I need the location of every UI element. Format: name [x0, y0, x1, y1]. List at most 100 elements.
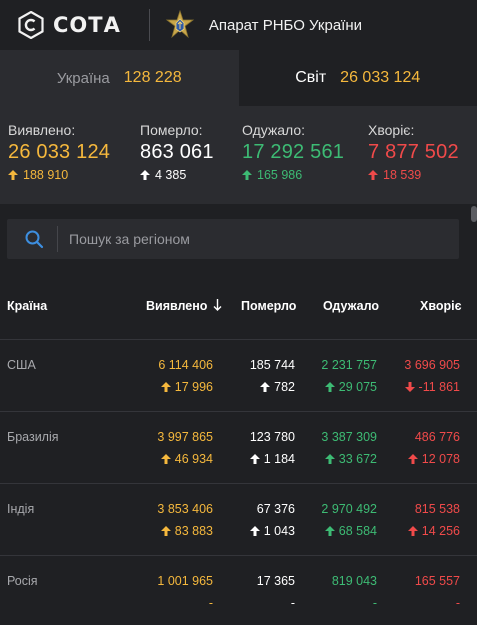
cell-delta-value: 1 043 — [263, 524, 295, 538]
stat-label: Одужало: — [242, 122, 306, 138]
country-name: Індія — [7, 502, 35, 516]
cell-recovered: 3 387 309 33 672 — [321, 430, 377, 466]
search-section — [0, 204, 477, 276]
cell-deaths: 185 744 782 — [250, 358, 295, 394]
cell-delta-value: 17 996 — [174, 380, 213, 394]
stat-confirmed: Виявлено: 26 033 124 188 910 — [8, 122, 110, 182]
arrow-up-icon — [8, 170, 18, 180]
table-row[interactable]: Росія 1 001 965 - 17 365 - 819 043 - 165… — [0, 556, 477, 625]
cell-value: 2 231 757 — [321, 358, 377, 372]
cell-delta-value: - — [372, 596, 377, 610]
cell-delta: 83 883 — [157, 524, 213, 538]
cell-value: 1 001 965 — [157, 574, 213, 588]
table-row[interactable]: Бразилія 3 997 865 46 934 123 780 1 184 … — [0, 412, 477, 484]
cell-delta: 29 075 — [321, 380, 377, 394]
cell-value: 185 744 — [249, 358, 295, 372]
search-icon[interactable] — [24, 229, 44, 249]
arrow-up-icon — [160, 454, 171, 464]
column-header-label: Виявлено — [146, 299, 208, 313]
stat-delta: 4 385 — [140, 168, 214, 182]
sota-logo-icon[interactable] — [17, 11, 45, 39]
arrow-up-icon — [249, 526, 260, 536]
stat-value: 7 877 502 — [368, 141, 459, 163]
search-input[interactable] — [69, 231, 429, 247]
org-title: Апарат РНБО України — [208, 16, 362, 34]
stat-delta: 188 910 — [8, 168, 110, 182]
cell-deaths: 17 365 - — [257, 574, 295, 610]
scrollbar-thumb[interactable] — [471, 206, 477, 222]
cell-active: 486 776 12 078 — [407, 430, 460, 466]
region-tabs: Україна 128 228 Світ 26 033 124 — [0, 50, 477, 106]
cell-active: 815 538 14 256 — [407, 502, 460, 538]
cell-recovered: 2 231 757 29 075 — [321, 358, 377, 394]
cell-value: 3 997 865 — [157, 430, 213, 444]
summary-panel: Виявлено: 26 033 124 188 910 Померло: 86… — [0, 106, 477, 204]
arrow-up-icon — [260, 382, 271, 392]
cell-delta-value: 782 — [274, 380, 295, 394]
search-box[interactable] — [7, 219, 459, 259]
tab-ukraine[interactable]: Україна 128 228 — [0, 50, 239, 106]
cell-active: 165 557 - — [415, 574, 460, 610]
cell-delta: - — [257, 596, 295, 610]
cell-delta-value: 68 584 — [338, 524, 377, 538]
column-header-confirmed[interactable]: Виявлено — [146, 299, 222, 313]
table-row[interactable]: США 6 114 406 17 996 185 744 782 2 231 7… — [0, 340, 477, 412]
header-divider — [148, 9, 150, 41]
stat-deaths: Померло: 863 061 4 385 — [140, 122, 214, 182]
arrow-down-icon — [404, 382, 415, 392]
cell-delta: 1 043 — [249, 524, 295, 538]
cell-delta: - — [157, 596, 213, 610]
column-header-deaths[interactable]: Померло — [241, 299, 296, 313]
cell-delta: 46 934 — [157, 452, 213, 466]
cell-deaths: 67 376 1 043 — [249, 502, 295, 538]
stat-label: Виявлено: — [8, 122, 76, 138]
arrow-up-icon — [324, 454, 335, 464]
cell-value: 486 776 — [414, 430, 460, 444]
country-name: Бразилія — [7, 430, 59, 444]
brand-name[interactable]: СОТА — [53, 13, 121, 37]
tab-value: 128 228 — [123, 69, 182, 86]
cell-delta-value: - — [455, 596, 460, 610]
arrow-up-icon — [160, 526, 171, 536]
search-divider — [57, 226, 58, 252]
cell-value: 3 853 406 — [157, 502, 213, 516]
table-body: США 6 114 406 17 996 185 744 782 2 231 7… — [0, 340, 477, 625]
table-header: Країна Виявлено Померло Одужало Хворіє — [0, 276, 477, 340]
cell-delta: - — [332, 596, 377, 610]
cell-delta-value: 33 672 — [338, 452, 377, 466]
cell-delta: 33 672 — [321, 452, 377, 466]
cell-delta: - — [415, 596, 460, 610]
cell-confirmed: 3 997 865 46 934 — [157, 430, 213, 466]
cell-value: 165 557 — [414, 574, 460, 588]
arrow-up-icon — [368, 170, 378, 180]
cell-value: 17 365 — [256, 574, 295, 588]
cell-delta: 68 584 — [321, 524, 377, 538]
column-header-active[interactable]: Хворіє — [420, 299, 462, 313]
cell-delta-value: 1 184 — [263, 452, 295, 466]
cell-confirmed: 6 114 406 17 996 — [158, 358, 213, 394]
arrow-up-icon — [160, 382, 171, 392]
cell-delta: 17 996 — [158, 380, 213, 394]
cell-delta-value: 83 883 — [174, 524, 213, 538]
column-header-recovered[interactable]: Одужало — [323, 299, 379, 313]
rnbo-emblem-icon — [165, 10, 195, 39]
country-name: Росія — [7, 574, 38, 588]
table-row[interactable]: Індія 3 853 406 83 883 67 376 1 043 2 97… — [0, 484, 477, 556]
cell-delta-value: - — [290, 596, 295, 610]
stat-label: Померло: — [140, 122, 203, 138]
cell-delta-value: 14 256 — [421, 524, 460, 538]
column-header-country[interactable]: Країна — [7, 299, 47, 313]
tab-label: Світ — [295, 69, 327, 86]
cell-active: 3 696 905 -11 861 — [404, 358, 460, 394]
tab-value: 26 033 124 — [340, 69, 421, 86]
cell-delta-value: 12 078 — [421, 452, 460, 466]
country-name: США — [7, 358, 36, 372]
cell-value: 3 696 905 — [404, 358, 460, 372]
sort-arrow-down-icon — [213, 299, 222, 311]
tab-world[interactable]: Світ 26 033 124 — [238, 50, 477, 106]
cell-confirmed: 3 853 406 83 883 — [157, 502, 213, 538]
arrow-up-icon — [140, 170, 150, 180]
tab-label: Україна — [56, 69, 110, 87]
cell-confirmed: 1 001 965 - — [157, 574, 213, 610]
stat-delta-value: 165 986 — [257, 168, 303, 182]
